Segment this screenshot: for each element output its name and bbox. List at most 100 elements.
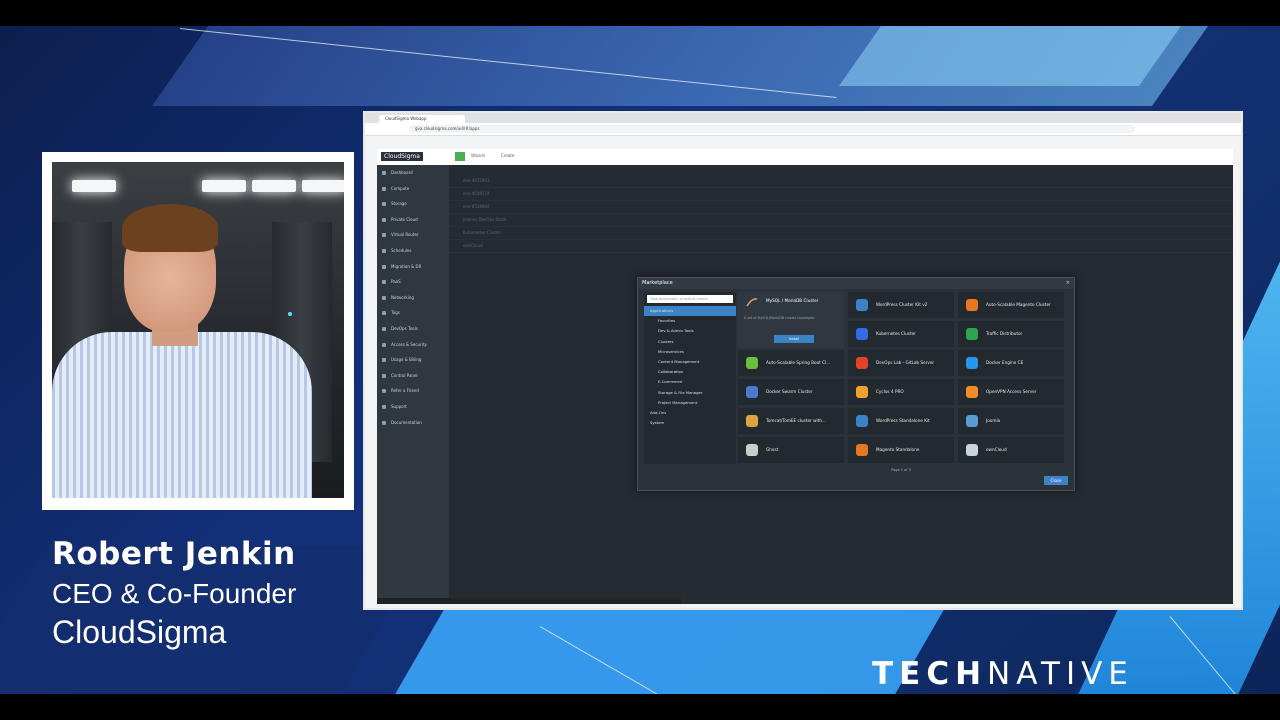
app-card[interactable]: Docker Swarm Cluster <box>738 379 844 405</box>
category-panel: Type application or add-on name Applicat… <box>644 292 736 464</box>
sidebar-item[interactable]: Usage & Billing <box>377 352 449 368</box>
speaker-name: Robert Jenkin <box>52 536 296 572</box>
browser-tab[interactable]: CloudSigma Webapp <box>379 115 465 123</box>
app-icon <box>856 357 868 369</box>
category-item[interactable]: Collaboration <box>644 367 736 377</box>
app-icon <box>746 386 758 398</box>
wizard-button[interactable]: Wizard <box>471 153 485 158</box>
app-card[interactable]: Ghost <box>738 437 844 463</box>
app-card[interactable]: Docker Engine CE <box>958 350 1064 376</box>
pagination[interactable]: Page 1 of 3 <box>738 466 1064 474</box>
category-item[interactable]: Microservices <box>644 347 736 357</box>
cloudsigma-app: CloudSigma Wizard Create Dashboard Comput… <box>377 149 1233 604</box>
sidebar-item[interactable]: Control Panel <box>377 368 449 384</box>
app-icon <box>856 328 868 340</box>
category-item[interactable]: Dev & Admin Tools <box>644 326 736 336</box>
app-card[interactable]: WordPress Cluster Kit v2 <box>848 292 954 318</box>
sidebar-item[interactable]: Networking <box>377 290 449 306</box>
app-sidebar: Dashboard Compute Storage Private Cloud Virt… <box>377 165 449 604</box>
new-environment-button[interactable] <box>455 152 465 161</box>
app-card-label: Traffic Distributor <box>986 331 1023 336</box>
close-button[interactable]: Close <box>1044 476 1068 485</box>
app-icon <box>746 415 758 427</box>
category-item[interactable]: Content Management <box>644 357 736 367</box>
rack-led <box>288 312 292 316</box>
mysql-icon <box>746 298 758 307</box>
app-card-label: WordPress Standalone Kit <box>876 418 930 423</box>
category-tree: Applications Favorites Dev & Admin Tools Cl… <box>644 306 736 428</box>
sidebar-item[interactable]: Migration & DR <box>377 259 449 275</box>
category-item[interactable]: Clusters <box>644 337 736 347</box>
status-bar <box>377 598 681 604</box>
app-card[interactable]: Magento Standalone <box>848 437 954 463</box>
featured-app-desc: A set of MySQL/MariaDB cluster topologie… <box>744 316 815 320</box>
category-item[interactable]: Storage & File Manager <box>644 388 736 398</box>
sidebar-item[interactable]: DevOps Tools <box>377 321 449 337</box>
browser-window: CloudSigma Webapp gva.cloudsigma.com/ui4… <box>363 111 1243 610</box>
ceiling-light <box>252 180 296 192</box>
close-icon[interactable]: × <box>1066 280 1070 286</box>
app-card-label: Magento Standalone <box>876 447 920 452</box>
app-card[interactable]: WordPress Standalone Kit <box>848 408 954 434</box>
ceiling-light <box>72 180 116 192</box>
app-card-label: Tomcat/TomEE cluster with... <box>766 418 826 423</box>
app-icon <box>746 357 758 369</box>
app-card-label: Auto-Scalable Spring Boot Cl... <box>766 360 831 365</box>
category-item[interactable]: E-Commerce <box>644 377 736 387</box>
app-card-label: Cyclos 4 PRO <box>876 389 904 394</box>
category-item[interactable]: Add-Ons <box>644 408 736 418</box>
person-hair <box>122 204 218 252</box>
sidebar-item[interactable]: Refer a Friend <box>377 383 449 399</box>
category-item[interactable]: Applications <box>644 306 736 317</box>
sidebar-item[interactable]: Tags <box>377 305 449 321</box>
app-icon <box>966 415 978 427</box>
bg-stripe <box>838 26 1182 86</box>
app-icon <box>966 386 978 398</box>
app-card-label: Auto-Scalable Magento Cluster <box>986 302 1051 307</box>
sidebar-item[interactable]: Compute <box>377 181 449 197</box>
technative-logo: TECHNATIVE <box>872 656 1134 692</box>
speaker-role: CEO & Co-Founder <box>52 578 297 609</box>
app-card-label: OpenVPN Access Server <box>986 389 1037 394</box>
app-card[interactable]: Joomla <box>958 408 1064 434</box>
sidebar-item[interactable]: PaaS <box>377 274 449 290</box>
app-icon <box>966 328 978 340</box>
app-icon <box>966 299 978 311</box>
sidebar-item[interactable]: Virtual Router <box>377 227 449 243</box>
sidebar-item[interactable]: Documentation <box>377 415 449 431</box>
install-button[interactable]: Install <box>774 335 814 343</box>
sidebar-item[interactable]: Dashboard <box>377 165 449 181</box>
app-card-label: Docker Swarm Cluster <box>766 389 813 394</box>
lower-third-caption: Robert Jenkin CEO & Co-Founder CloudSigm… <box>52 536 296 651</box>
app-card[interactable]: Auto-Scalable Spring Boot Cl... <box>738 350 844 376</box>
category-item[interactable]: Project Management <box>644 398 736 408</box>
app-card[interactable]: Kubernetes Cluster <box>848 321 954 347</box>
app-card[interactable]: DevOps Lab - GitLab Server <box>848 350 954 376</box>
sidebar-item[interactable]: Access & Security <box>377 337 449 353</box>
app-card[interactable]: Cyclos 4 PRO <box>848 379 954 405</box>
app-card[interactable]: Auto-Scalable Magento Cluster <box>958 292 1064 318</box>
url-field[interactable]: gva.cloudsigma.com/ui4/#/apps <box>409 125 1135 133</box>
app-logo[interactable]: CloudSigma <box>381 152 423 161</box>
category-item[interactable]: Favorites <box>644 316 736 326</box>
category-item[interactable]: System <box>644 418 736 428</box>
create-button[interactable]: Create <box>501 153 514 158</box>
app-icon <box>856 444 868 456</box>
app-toolbar: CloudSigma Wizard Create <box>377 149 1233 165</box>
app-card[interactable]: OpenVPN Access Server <box>958 379 1064 405</box>
person-shirt <box>52 332 312 498</box>
featured-app-title: MySQL / MariaDB Cluster <box>766 298 819 303</box>
marketplace-title: Marketplace <box>638 278 1074 289</box>
sidebar-item[interactable]: Schedules <box>377 243 449 259</box>
marketplace-search-input[interactable]: Type application or add-on name <box>647 295 733 303</box>
sidebar-item[interactable]: Support <box>377 399 449 415</box>
sidebar-item[interactable]: Storage <box>377 196 449 212</box>
app-card[interactable]: ownCloud <box>958 437 1064 463</box>
app-icon <box>966 444 978 456</box>
featured-app-card[interactable]: MySQL / MariaDB Cluster A set of MySQL/M… <box>738 292 844 348</box>
app-card-label: WordPress Cluster Kit v2 <box>876 302 928 307</box>
sidebar-item[interactable]: Private Cloud <box>377 212 449 228</box>
app-card[interactable]: Tomcat/TomEE cluster with... <box>738 408 844 434</box>
app-card[interactable]: Traffic Distributor <box>958 321 1064 347</box>
app-icon <box>856 386 868 398</box>
